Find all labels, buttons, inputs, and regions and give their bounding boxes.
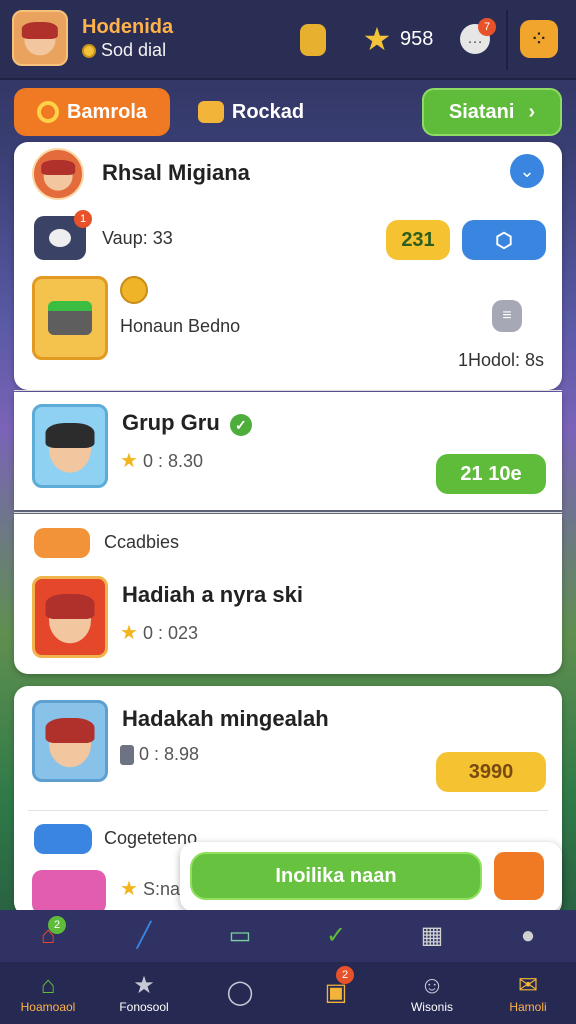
nav-item-wisonis[interactable]: ☺ Wisonis	[384, 962, 480, 1024]
coin-count: 958	[400, 28, 434, 50]
nav-item-favorites[interactable]: ★ Fonosool	[96, 962, 192, 1024]
dice-icon[interactable]: ⁘	[520, 20, 558, 58]
bottom-nav: ⌂ Hoamoaol ★ Fonosool ◯ ▣ 2 ☺ Wisonis ✉ …	[0, 962, 576, 1024]
avatar-icon[interactable]	[494, 852, 544, 900]
chat-icon[interactable]: … 7	[460, 18, 496, 54]
chat-icon: ●	[520, 922, 536, 949]
quick-nav: ⌂ 2 ╱ ▭ ✓ ▦ ●	[0, 910, 576, 962]
top-bar: Hodenida Sod dial ★ 958 … 7 ⁘	[0, 0, 576, 80]
avatar-hair	[45, 422, 95, 448]
bonus-count: 1Hodol: 8s	[457, 350, 544, 370]
player-avatar[interactable]	[32, 404, 108, 488]
floating-action-panel: Inoilika naan	[180, 842, 562, 912]
coin-icon[interactable]	[300, 24, 326, 56]
chat-badge: 7	[478, 18, 496, 36]
main-action-button[interactable]: Inoilika naan	[190, 852, 482, 900]
nav-item-center[interactable]: ◯	[192, 962, 288, 1024]
coins-icon	[34, 824, 92, 854]
avatar-hat	[21, 22, 59, 40]
gift-chest-icon[interactable]	[32, 276, 108, 360]
player-avatar[interactable]	[32, 700, 108, 782]
face-icon: ☺	[419, 972, 445, 999]
card-player-3: Ccadbies Hadiah a nyra ski ★ 0 : 023	[14, 514, 562, 674]
chat-icon[interactable]: 1	[34, 210, 92, 260]
bonus-label: Honaun Bedno	[120, 316, 241, 336]
player-name: Grup Gru ✓	[122, 410, 252, 436]
player-name: Rhsal Migiana	[102, 160, 250, 185]
start-button[interactable]: Siatani ›	[422, 88, 562, 136]
nav-ruler[interactable]: ╱	[96, 910, 192, 962]
trophy-icon	[120, 745, 134, 766]
avatar-hat	[41, 159, 75, 175]
profile-avatar[interactable]	[12, 10, 68, 66]
mail-icon: ✉	[517, 972, 539, 999]
divider	[14, 390, 562, 391]
gear-icon: ⬡	[495, 229, 513, 252]
check-icon: ✓	[229, 414, 252, 436]
nav-chat[interactable]: ●	[480, 910, 576, 962]
card-icon: ▭	[228, 922, 252, 949]
chevron-right-icon: ›	[528, 100, 536, 123]
star-icon: ★	[120, 878, 138, 900]
calendar-icon: ▦	[420, 922, 444, 949]
nav-cards[interactable]: ▭	[192, 910, 288, 962]
tab-search[interactable]: Bamrola	[14, 88, 170, 136]
star-icon: ★	[120, 622, 138, 644]
vaup-label: Vaup: 33	[102, 228, 173, 248]
player-avatar[interactable]	[32, 148, 84, 200]
divider	[28, 810, 548, 811]
star-icon: ★	[120, 450, 138, 472]
divider	[14, 512, 562, 513]
orange-pill[interactable]: 3990	[436, 752, 546, 792]
player-name: Hadakah mingealah	[122, 706, 329, 731]
card-player-2: Grup Gru ✓ ★ 0 : 8.30 21 10e	[14, 392, 562, 510]
nav-calendar[interactable]: ▦	[384, 910, 480, 962]
player-avatar[interactable]	[32, 576, 108, 658]
user-subtitle: Sod dial	[82, 40, 166, 61]
star-icon: ★	[133, 972, 155, 999]
card-player-1: Rhsal Migiana ⌄ 1 Vaup: 33 231 ⬡ Honaun …	[14, 142, 562, 390]
settings-button[interactable]: ⬡	[462, 220, 546, 260]
star-icon: ★	[362, 21, 392, 57]
chat-badge: 1	[74, 210, 92, 228]
avatar-hat	[45, 718, 95, 743]
nav-item-shop[interactable]: ▣ 2	[288, 962, 384, 1024]
nav-item-home[interactable]: ⌂ Hoamoaol	[0, 962, 96, 1024]
list-icon[interactable]: ≡	[492, 300, 522, 332]
search-icon	[36, 101, 59, 123]
tab-row: Bamrola Rockad Siatani ›	[0, 80, 576, 140]
coin-icon	[82, 44, 96, 59]
player-name: Hadiah a nyra ski	[122, 582, 303, 607]
ruler-icon: ╱	[136, 922, 152, 949]
coin-icon	[120, 276, 148, 304]
gold-pill[interactable]: 231	[386, 220, 450, 260]
chevron-down-icon[interactable]: ⌄	[510, 154, 544, 188]
avatar-hat	[45, 594, 95, 619]
rocket-icon	[197, 101, 224, 123]
player-rating: 0 : 8.98	[120, 744, 199, 766]
coins-icon	[34, 528, 90, 558]
player-rating: ★ 0 : 8.30	[120, 450, 203, 472]
tab-rocked[interactable]: Rockad	[186, 88, 316, 136]
green-action-button[interactable]: 21 10e	[436, 454, 546, 494]
gift-icon[interactable]	[32, 870, 106, 914]
nav-home[interactable]: ⌂ 2	[0, 910, 96, 962]
player-rating: ★ 0 : 023	[120, 622, 198, 644]
nav-check[interactable]: ✓	[288, 910, 384, 962]
nav-item-mail[interactable]: ✉ Hamoli	[480, 962, 576, 1024]
section-title: Ccadbies	[104, 532, 180, 552]
circle-icon: ◯	[226, 979, 254, 1006]
check-icon: ✓	[325, 922, 347, 949]
user-name: Hodenida	[82, 16, 174, 38]
home-icon: ⌂	[40, 972, 56, 999]
